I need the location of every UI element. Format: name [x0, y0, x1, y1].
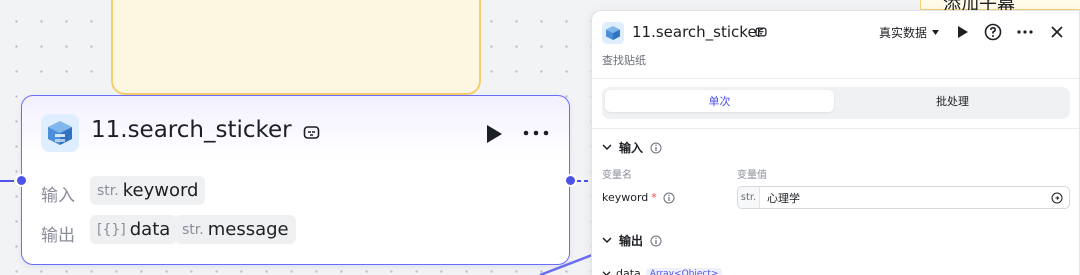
var-name-column-header: 变量名 [602, 170, 632, 181]
info-icon[interactable] [650, 142, 662, 154]
run-icon[interactable] [953, 23, 971, 41]
param-name: keyword [122, 180, 199, 201]
required-mark: * [651, 191, 657, 204]
chevron-down-icon [602, 270, 611, 275]
more-options-icon[interactable] [1016, 23, 1034, 41]
info-icon[interactable] [650, 235, 662, 247]
tab-batch[interactable]: 批处理 [838, 90, 1067, 112]
help-icon[interactable] [984, 23, 1002, 41]
input-row-label: 输入 [41, 186, 75, 206]
var-name-keyword: keyword * [602, 191, 675, 204]
plugin-badge-icon [303, 126, 320, 139]
run-node-icon[interactable] [485, 124, 503, 144]
var-name-label: keyword [602, 191, 649, 204]
panel-subtitle: 查找贴纸 [602, 54, 646, 67]
var-value-column-header: 变量值 [737, 170, 767, 181]
value-type-badge: str. [738, 187, 760, 208]
plugin-badge-icon [755, 27, 767, 37]
param-name: message [207, 219, 289, 240]
node-test-panel: 11.search_sticker 查找贴纸 真实数据 单次 批处理 输入 变量… [591, 10, 1080, 275]
package-box-icon [602, 22, 624, 44]
more-options-icon[interactable] [523, 130, 549, 136]
info-icon[interactable] [663, 192, 675, 204]
data-mode-dropdown[interactable]: 真实数据 [879, 24, 940, 41]
close-icon[interactable] [1048, 23, 1066, 41]
package-box-icon [41, 114, 79, 152]
tabs-divider [592, 128, 1079, 129]
chevron-down-icon [602, 144, 612, 151]
output-field-data[interactable]: data Array<Object> [602, 267, 723, 275]
output-field-type: Array<Object> [645, 267, 723, 275]
input-section-header[interactable]: 输入 [602, 139, 662, 156]
variable-reference-icon[interactable] [1051, 192, 1063, 204]
output-param-data: [{}] data [90, 215, 178, 244]
chevron-down-icon [602, 237, 612, 244]
param-type: str. [182, 221, 204, 238]
output-row-label: 输出 [41, 226, 75, 246]
panel-title: 11.search_sticker [632, 23, 763, 41]
output-section-title: 输出 [619, 234, 644, 248]
param-type: [{}] [97, 221, 126, 238]
caret-down-icon [932, 30, 940, 35]
header-divider [592, 78, 1079, 79]
input-param-keyword: str. keyword [90, 176, 206, 205]
param-type: str. [97, 182, 119, 199]
output-port[interactable] [564, 174, 577, 187]
tab-single[interactable]: 单次 [605, 90, 834, 112]
input-section-title: 输入 [619, 141, 644, 155]
node-title: 11.search_sticker [91, 117, 292, 143]
output-field-name: data [616, 267, 641, 275]
run-mode-tabs: 单次 批处理 [602, 87, 1070, 119]
output-param-message: str. message [175, 215, 296, 244]
keyword-value-input[interactable]: str. 心理学 [737, 186, 1070, 209]
search-sticker-node[interactable]: 11.search_sticker 输入 str. keyword 输出 [{}… [21, 95, 570, 265]
keyword-value-text[interactable]: 心理学 [760, 190, 1051, 206]
output-section-header[interactable]: 输出 [602, 232, 662, 249]
param-name: data [129, 219, 171, 240]
data-mode-label: 真实数据 [879, 26, 928, 40]
input-port[interactable] [15, 174, 28, 187]
